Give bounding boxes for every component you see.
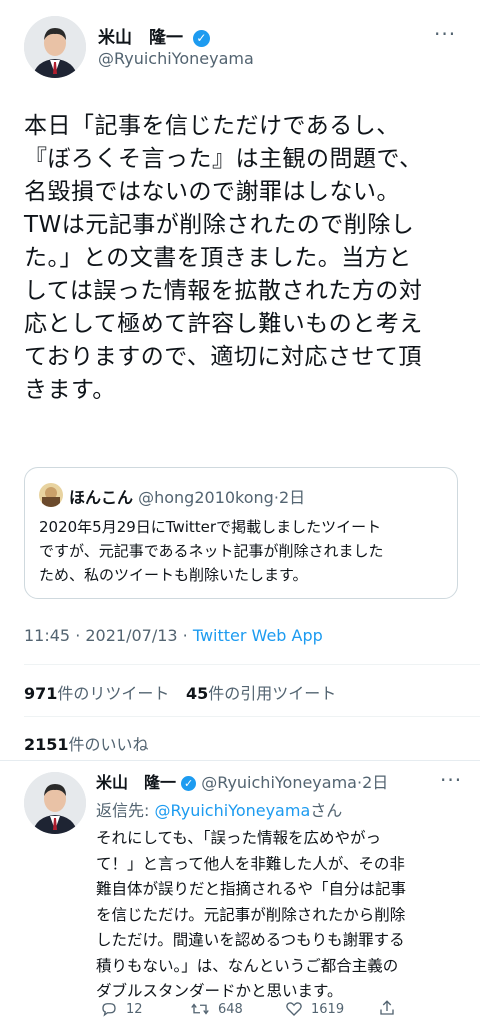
quoted-line: ですが、元記事であるネット記事が削除されました bbox=[39, 542, 384, 560]
retweet-count: 648 bbox=[218, 1001, 243, 1017]
reply-author-handle[interactable]: @RyuichiYoneyama bbox=[201, 773, 357, 792]
avatar-image bbox=[24, 772, 86, 834]
likes-count: 2151 bbox=[24, 735, 69, 754]
reply-to-label: 返信先: bbox=[96, 801, 155, 820]
quoted-name: ほんこん bbox=[69, 488, 134, 507]
reply-header: 米山 隆一 ✓ @RyuichiYoneyama·2日 bbox=[96, 769, 388, 793]
tweet-line: TWは元記事が削除されたので削除し bbox=[24, 212, 415, 238]
quoted-time: 2日 bbox=[278, 488, 306, 507]
reply-line: しただけ。間違いを認めるつもりも謝罪する bbox=[96, 931, 405, 949]
reply-line: 難自体が誤りだと指摘されるや「自分は記事 bbox=[96, 880, 407, 898]
share-button[interactable] bbox=[378, 998, 404, 1018]
reply-to-handle[interactable]: @RyuichiYoneyama bbox=[154, 801, 310, 820]
reply-icon bbox=[102, 1003, 116, 1017]
author-handle[interactable]: @RyuichiYoneyama bbox=[98, 49, 254, 68]
divider bbox=[0, 760, 480, 761]
author-name: 米山 隆一 bbox=[98, 28, 183, 48]
quoted-tweet[interactable]: ほんこん @hong2010kong·2日 2020年5月29日にTwitter… bbox=[24, 467, 458, 599]
retweet-icon bbox=[191, 1003, 209, 1015]
tweet-line: 名毀損ではないので謝罪はしない。 bbox=[24, 179, 400, 205]
quotes-count: 45 bbox=[186, 684, 209, 703]
reply-author-avatar[interactable] bbox=[24, 772, 86, 834]
reply-author-name[interactable]: 米山 隆一 bbox=[96, 773, 176, 792]
retweets-stat[interactable]: 971件のリツイート bbox=[24, 680, 169, 704]
avatar-image bbox=[24, 16, 86, 78]
quoted-avatar bbox=[39, 483, 63, 507]
tweet-line: 本日「記事を信じただけであるし、 bbox=[24, 113, 400, 139]
retweets-label: 件のリツイート bbox=[57, 684, 170, 703]
like-count: 1619 bbox=[311, 1001, 345, 1017]
tweet-line: ておりますので、適切に対応させて頂 bbox=[24, 344, 422, 370]
tweet-line: きます。 bbox=[24, 377, 116, 403]
reply-button[interactable]: 12 bbox=[100, 1000, 143, 1018]
quoted-header: ほんこん @hong2010kong·2日 bbox=[69, 484, 305, 508]
more-dots-icon[interactable]: ··· bbox=[440, 768, 462, 792]
reply-count: 12 bbox=[126, 1001, 143, 1017]
quoted-line: ため、私のツイートも削除いたします。 bbox=[39, 566, 308, 584]
reply-line: て！」と言って他人を非難した人が、その非 bbox=[96, 854, 405, 873]
quotes-stat[interactable]: 45件の引用ツイート bbox=[186, 680, 336, 704]
reply-line: 積りもない。」は、なんというご都合主義の bbox=[96, 956, 399, 975]
divider bbox=[24, 716, 480, 717]
like-button[interactable]: 1619 bbox=[285, 1000, 344, 1018]
author-avatar[interactable] bbox=[24, 16, 86, 78]
more-dots-icon[interactable]: ··· bbox=[434, 22, 456, 46]
tweet-meta: 11:45 · 2021/07/13 · Twitter Web App bbox=[24, 626, 323, 645]
tweet-line: しては誤った情報を拡散された方の対 bbox=[24, 278, 423, 304]
retweet-button[interactable]: 648 bbox=[190, 1000, 243, 1018]
quoted-line: 2020年5月29日にTwitterで掲載しましたツイート bbox=[39, 518, 382, 536]
likes-stat[interactable]: 2151件のいいね bbox=[24, 731, 149, 755]
verified-badge-icon: ✓ bbox=[192, 29, 210, 47]
quotes-label: 件の引用ツイート bbox=[208, 684, 337, 703]
quoted-handle: @hong2010kong bbox=[138, 488, 274, 507]
tweet-source-link[interactable]: Twitter Web App bbox=[193, 626, 323, 645]
tweet-line: 応として極めて許容し難いものと考え bbox=[24, 311, 423, 337]
quoted-text: 2020年5月29日にTwitterで掲載しましたツイート ですが、元記事である… bbox=[39, 515, 384, 587]
reply-to: 返信先: @RyuichiYoneyamaさん bbox=[96, 797, 342, 821]
reply-line: それにしても、「誤った情報を広めやがっ bbox=[96, 829, 382, 847]
divider bbox=[24, 664, 480, 665]
reply-text: それにしても、「誤った情報を広めやがっ て！」と言って他人を非難した人が、その非… bbox=[96, 826, 406, 1005]
like-icon bbox=[286, 1002, 302, 1016]
tweet-line: 『ぼろくそ言った』は主観の問題で、 bbox=[24, 146, 423, 172]
reply-time: 2日 bbox=[362, 773, 389, 792]
reply-line: を信じただけ。元記事が削除されたから削除 bbox=[96, 905, 406, 924]
likes-label: 件のいいね bbox=[68, 735, 149, 754]
share-icon bbox=[380, 1000, 394, 1015]
retweets-count: 971 bbox=[24, 684, 58, 703]
tweet-line: た。」との文書を頂きました。当方と bbox=[24, 245, 412, 271]
author-name-row[interactable]: 米山 隆一 ✓ bbox=[98, 23, 210, 48]
reply-to-suffix: さん bbox=[310, 801, 343, 820]
tweet-timestamp: 11:45 · 2021/07/13 · bbox=[24, 626, 193, 645]
tweet-text: 本日「記事を信じただけであるし、 『ぼろくそ言った』は主観の問題で、 名毀損では… bbox=[24, 110, 464, 407]
verified-badge-icon: ✓ bbox=[181, 776, 197, 791]
